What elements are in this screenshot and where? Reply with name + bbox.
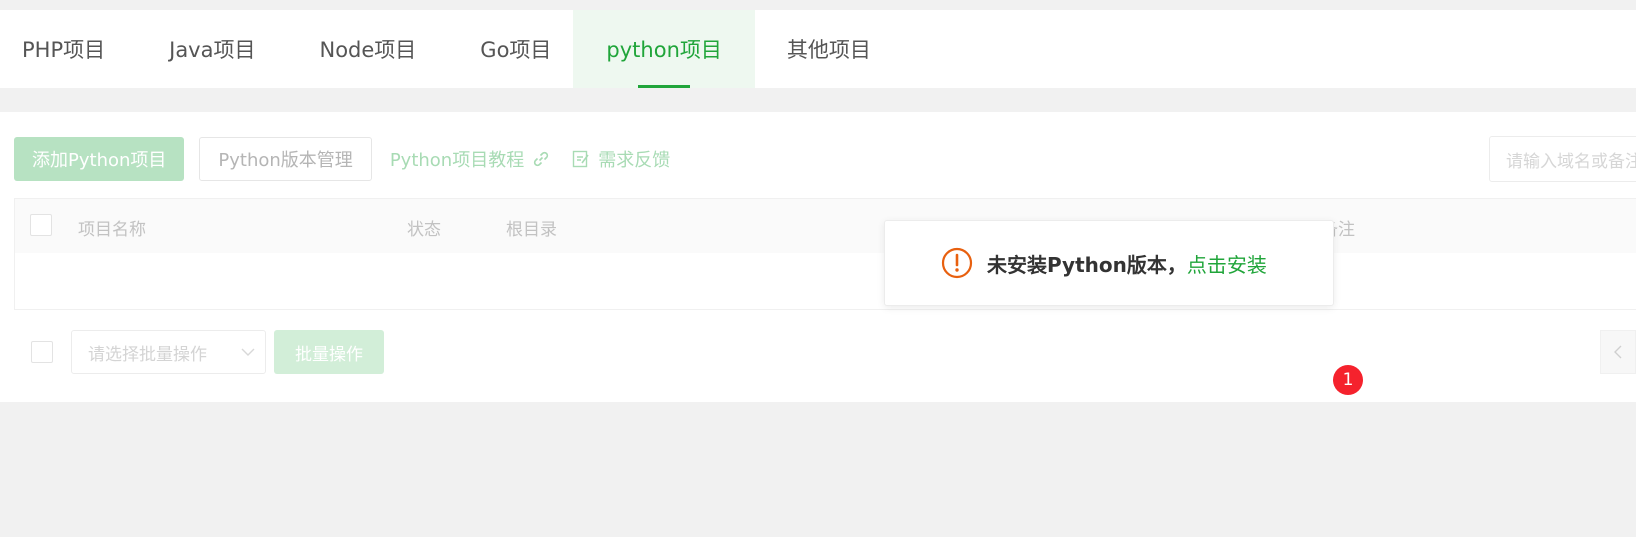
toolbar: 添加Python项目 Python版本管理 Python项目教程 需求反馈	[14, 137, 670, 181]
project-tabs: PHP项目 Java项目 Node项目 Go项目 python项目 其他项目	[0, 10, 1636, 88]
tab-label: Node项目	[319, 38, 417, 62]
feedback-label: 需求反馈	[598, 150, 671, 171]
table-header: 项目名称 状态 根目录 备注	[15, 199, 1636, 253]
tab-node[interactable]: Node项目	[297, 10, 458, 88]
column-root: 根目录	[506, 220, 557, 240]
tab-label: 其他项目	[786, 38, 871, 62]
column-name: 项目名称	[78, 220, 146, 240]
tab-go[interactable]: Go项目	[458, 10, 573, 88]
batch-footer: 请选择批量操作 批量操作	[0, 330, 1636, 380]
chevron-down-icon	[241, 348, 255, 356]
column-status: 状态	[407, 220, 441, 240]
pagination-prev-button[interactable]	[1600, 330, 1636, 374]
toast-message: 未安装Python版本，	[987, 252, 1187, 277]
tab-label: PHP项目	[22, 38, 106, 62]
python-tutorial-link[interactable]: Python项目教程	[390, 146, 550, 172]
search-input[interactable]: 请输入域名或备注	[1489, 136, 1636, 182]
tab-other[interactable]: 其他项目	[755, 10, 893, 88]
python-version-manage-button[interactable]: Python版本管理	[199, 137, 372, 181]
tab-php[interactable]: PHP项目	[0, 10, 127, 88]
batch-operation-select[interactable]: 请选择批量操作	[71, 330, 266, 374]
batch-operation-button[interactable]: 批量操作	[274, 330, 384, 374]
edit-icon	[573, 150, 589, 168]
footer-select-all-checkbox[interactable]	[31, 341, 53, 363]
project-table: 项目名称 状态 根目录 备注	[14, 198, 1636, 310]
tab-python[interactable]: python项目	[573, 10, 755, 88]
feedback-link[interactable]: 需求反馈	[572, 146, 670, 172]
tab-label: Go项目	[480, 38, 552, 62]
select-all-checkbox[interactable]	[30, 214, 52, 236]
chevron-left-icon	[1614, 345, 1622, 359]
batch-select-placeholder: 请选择批量操作	[88, 344, 207, 365]
tab-label: python项目	[606, 38, 722, 62]
warning-icon	[941, 247, 973, 279]
tab-java[interactable]: Java项目	[127, 10, 297, 88]
tab-label: Java项目	[169, 38, 256, 62]
install-link[interactable]: 点击安装	[1187, 249, 1267, 278]
add-python-project-button[interactable]: 添加Python项目	[14, 137, 185, 181]
link-icon	[534, 151, 549, 167]
not-installed-toast: 未安装Python版本， 点击安装	[884, 220, 1334, 306]
python-tutorial-label: Python项目教程	[389, 150, 525, 171]
project-panel: 添加Python项目 Python版本管理 Python项目教程 需求反馈 请输…	[0, 112, 1636, 402]
notification-badge: 1	[1333, 365, 1363, 395]
